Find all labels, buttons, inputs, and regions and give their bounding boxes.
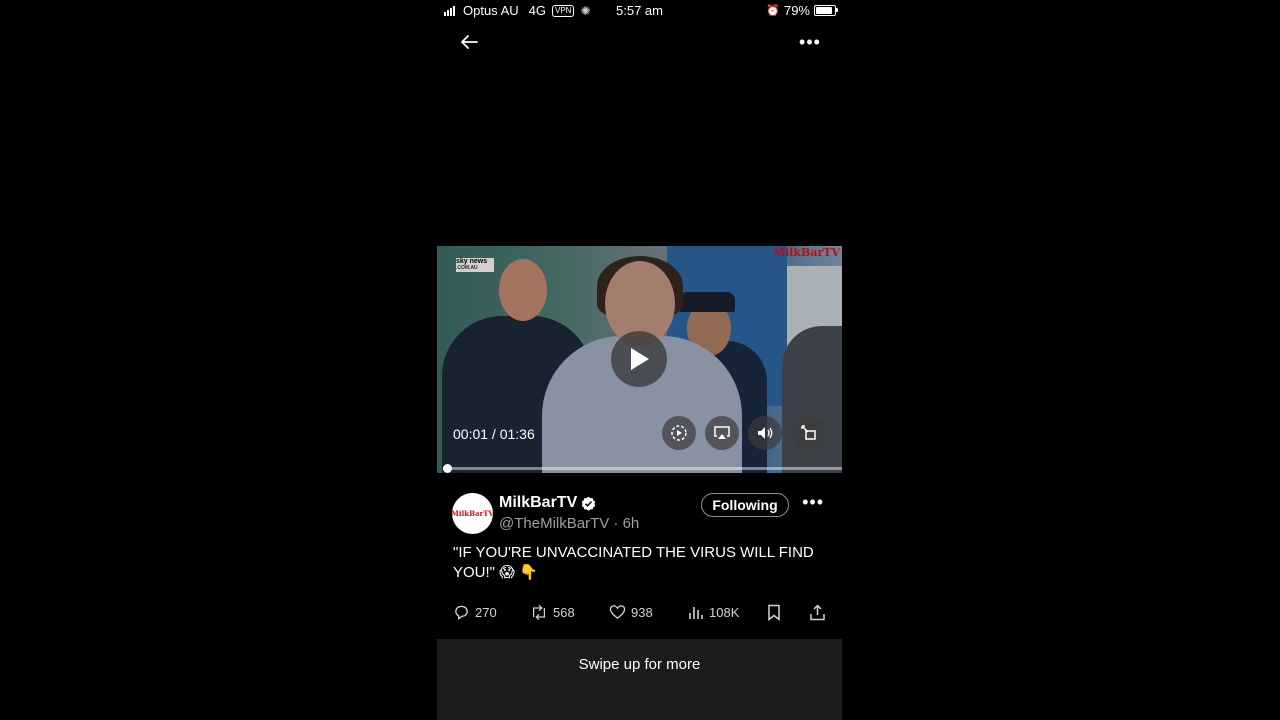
avatar-logo-text: MilkBarTV [451,509,494,518]
rotate-fullscreen-icon [801,425,816,440]
tweet-more-button[interactable]: ••• [802,492,824,513]
phone-screen: Optus AU 4G VPN ✺ 5:57 am ⏰ 79% ••• sky … [437,0,842,720]
back-arrow-icon [461,35,478,49]
more-options-button[interactable]: ••• [798,30,822,54]
swipe-up-panel[interactable]: Swipe up for more [437,639,842,720]
play-icon [631,348,649,370]
verified-badge-icon [582,496,596,511]
status-right: ⏰ 79% [766,3,838,18]
tweet-actions: 270 568 938 108K [437,604,842,624]
mute-button[interactable] [748,416,782,450]
fullscreen-button[interactable] [792,416,826,450]
views-button[interactable]: 108K [688,604,739,620]
swipe-up-label: Swipe up for more [578,656,701,673]
handle-and-time[interactable]: @TheMilkBarTV · 6h [499,515,639,532]
volume-icon [758,427,773,439]
video-time: 00:01 / 01:36 [453,426,535,442]
progress-scrubber[interactable] [442,464,452,473]
back-button[interactable] [457,30,481,54]
more-dots-icon: ••• [802,492,824,512]
top-nav: ••• [437,26,842,56]
tweet-text: "IF YOU'RE UNVACCINATED THE VIRUS WILL F… [453,544,814,581]
replay-speed-icon [671,425,687,441]
views-count: 108K [709,604,740,620]
like-count: 938 [631,604,653,620]
airplay-icon [714,426,730,439]
repost-icon [532,604,546,621]
battery-percent: 79% [783,3,810,18]
share-button[interactable] [809,604,826,621]
airplay-button[interactable] [705,416,739,450]
heart-icon [609,605,626,619]
share-icon [810,604,825,621]
reply-button[interactable]: 270 [453,604,497,621]
display-name[interactable]: MilkBarTV [499,494,596,512]
reply-count: 270 [475,605,497,620]
views-chart-icon [689,607,703,619]
battery-icon [814,5,838,16]
following-button[interactable]: Following [701,493,789,517]
video-progress-bar[interactable] [442,464,842,473]
bookmark-icon [768,604,780,621]
repost-count: 568 [553,605,575,620]
status-bar: Optus AU 4G VPN ✺ 5:57 am ⏰ 79% [437,0,842,22]
play-button[interactable] [611,331,667,387]
display-name-text: MilkBarTV [499,494,578,511]
bookmark-button[interactable] [766,604,782,621]
avatar[interactable]: MilkBarTV [451,493,494,534]
repost-button[interactable]: 568 [530,604,575,621]
alarm-icon: ⏰ [766,5,780,17]
playback-speed-button[interactable] [662,416,696,450]
like-button[interactable]: 938 [609,604,653,620]
video-player[interactable]: sky news .COM.AU MilkBarTV 00:01 / 01:36 [437,246,842,473]
more-dots-icon: ••• [799,31,821,52]
reply-icon [455,605,468,620]
